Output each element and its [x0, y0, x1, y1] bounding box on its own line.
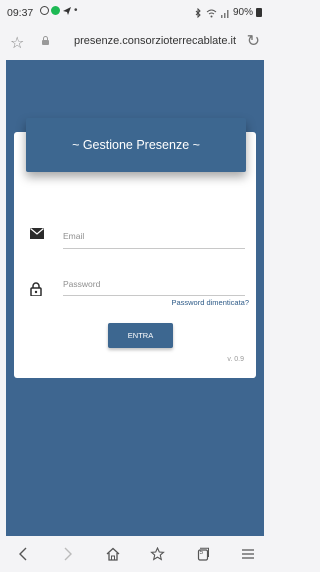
url-text[interactable]: presenze.consorzioterrecablate.it	[74, 35, 236, 47]
whatsapp-icon	[40, 6, 49, 15]
tabs-icon[interactable]: 5	[189, 540, 217, 568]
tabs-count: 5	[199, 549, 204, 556]
login-card: ~ Gestione Presenze ~ Email Password Pas…	[14, 118, 256, 378]
menu-icon[interactable]	[234, 540, 262, 568]
envelope-icon	[30, 228, 44, 239]
back-icon[interactable]	[9, 540, 37, 568]
bluetooth-icon	[195, 7, 201, 18]
battery-percent: 90%	[232, 7, 253, 18]
notification-icons: •	[40, 5, 78, 16]
email-underline	[63, 248, 245, 249]
version-label: v. 0.9	[227, 356, 244, 363]
forgot-password-link[interactable]: Password dimenticata?	[171, 298, 249, 307]
lock-icon[interactable]	[41, 35, 50, 46]
wifi-icon	[206, 9, 217, 17]
status-bar: 09:37 • 90%	[0, 0, 270, 24]
home-icon[interactable]	[99, 540, 127, 568]
password-underline	[63, 295, 245, 296]
browser-bottom-nav: 5	[0, 536, 270, 572]
system-icons: 90%	[193, 7, 262, 18]
browser-address-bar: ☆ presenze.consorzioterrecablate.it ↻	[0, 24, 270, 60]
battery-icon	[256, 8, 262, 17]
login-button[interactable]: ENTRA	[108, 323, 173, 348]
bookmark-icon[interactable]	[144, 540, 172, 568]
reload-icon[interactable]: ↻	[247, 31, 260, 51]
send-icon	[63, 6, 71, 15]
padlock-icon	[30, 282, 42, 296]
signal-icon	[220, 9, 229, 18]
notification-app-icon	[51, 6, 60, 15]
app-header: ~ Gestione Presenze ~	[26, 118, 246, 172]
password-field[interactable]: Password	[63, 279, 100, 289]
forward-icon[interactable]	[54, 540, 82, 568]
star-icon[interactable]: ☆	[10, 33, 24, 53]
status-time: 09:37	[7, 7, 34, 19]
app-background: ~ Gestione Presenze ~ Email Password Pas…	[6, 60, 264, 536]
app-title: ~ Gestione Presenze ~	[72, 138, 200, 152]
more-dot-icon: •	[74, 5, 78, 16]
email-field[interactable]: Email	[63, 231, 84, 241]
